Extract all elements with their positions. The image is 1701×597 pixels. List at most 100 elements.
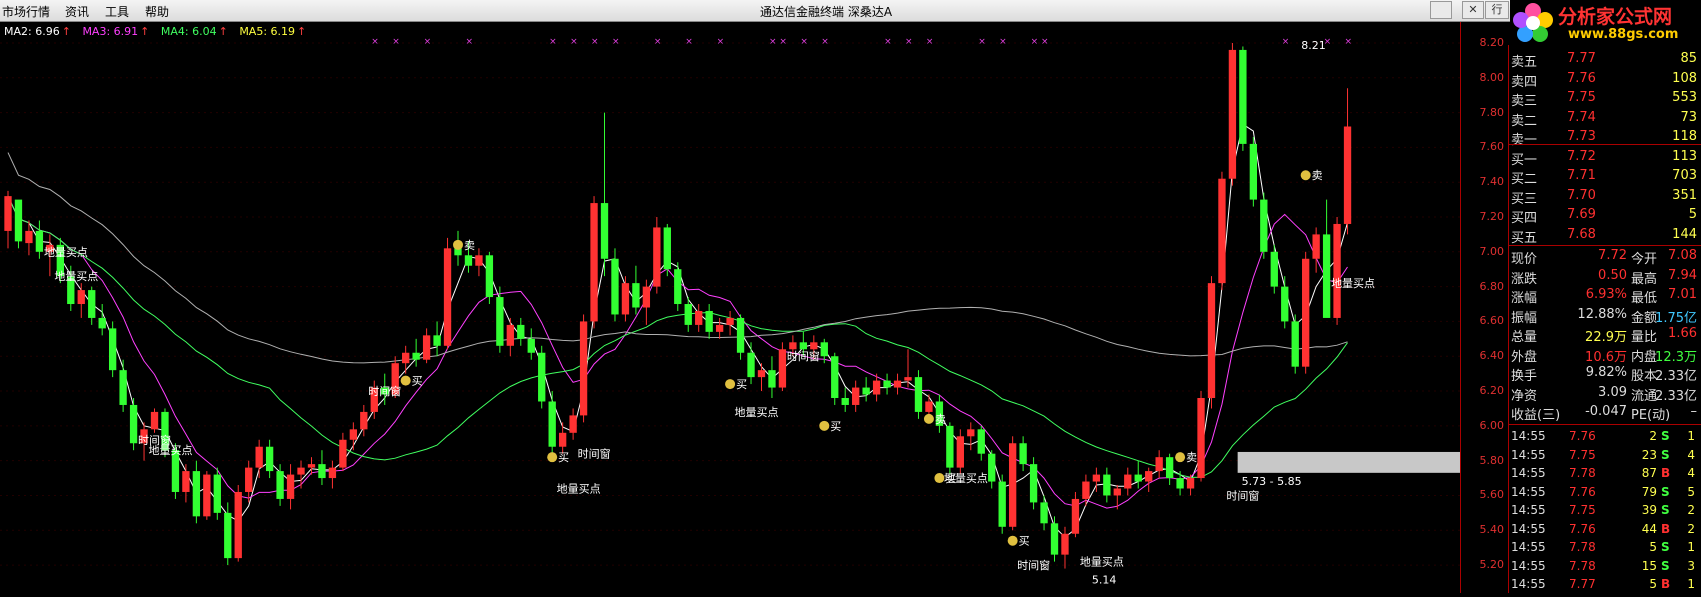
stat-label: 最高 bbox=[1631, 271, 1658, 287]
candle-body bbox=[579, 321, 588, 416]
candle-body bbox=[192, 471, 201, 517]
candle-body bbox=[464, 255, 473, 266]
candle-body bbox=[1082, 481, 1090, 499]
candle-body bbox=[224, 512, 232, 559]
order-price: 7.76 bbox=[1567, 70, 1596, 86]
candle-body bbox=[925, 401, 933, 412]
sell-label: 卖 bbox=[464, 239, 475, 252]
tick-direction: S bbox=[1661, 558, 1670, 573]
tick-time: 14:55 bbox=[1511, 558, 1546, 573]
order-level-label: 卖三 bbox=[1511, 94, 1538, 109]
stat-label: 涨跌 bbox=[1511, 271, 1538, 287]
candle-body bbox=[485, 255, 494, 298]
price-tick-label: 5.60 bbox=[1479, 488, 1505, 502]
window-title: 通达信金融终端 深桑达A bbox=[760, 5, 893, 19]
logo: 分析家公式网 www.88gs.com bbox=[1510, 0, 1701, 45]
stat-value: 12.3万 bbox=[1655, 349, 1697, 365]
tick-count: 5 bbox=[1687, 484, 1695, 499]
stat-label: 净资 bbox=[1511, 388, 1538, 404]
candle-body bbox=[307, 464, 316, 468]
tick-price: 7.78 bbox=[1569, 540, 1596, 554]
low-volume-buy-label: 地量买点 bbox=[149, 444, 193, 457]
stat-label: 现价 bbox=[1511, 252, 1538, 267]
tick-price: 7.76 bbox=[1569, 521, 1596, 536]
candle-body bbox=[297, 467, 305, 475]
kline-chart[interactable]: 5.73 - 5.85× × × × × × × × × × × × × × × × × × × × × × × × ×地量买点… bbox=[0, 22, 1460, 593]
candle-body bbox=[674, 269, 682, 305]
price-tick-label: 6.00 bbox=[1479, 418, 1505, 432]
tick-count: 1 bbox=[1687, 540, 1695, 554]
candle-body bbox=[1124, 474, 1132, 489]
stat-row: 涨幅 6.93% 最低 7.01 bbox=[1509, 287, 1701, 307]
price-tick-label: 5.80 bbox=[1479, 453, 1505, 467]
candle-body bbox=[1176, 478, 1184, 489]
candle-body bbox=[914, 377, 923, 412]
tick-row: 14:55 7.78 5 S 1 bbox=[1509, 540, 1701, 560]
time-window-label: 时间窗 bbox=[1017, 558, 1050, 572]
buy-label: 买 bbox=[558, 451, 569, 464]
flower-logo-icon bbox=[1513, 3, 1553, 42]
candle-body bbox=[1165, 457, 1174, 479]
candle-body bbox=[1050, 523, 1059, 555]
candle-body bbox=[496, 297, 504, 346]
price-tick-label: 5.40 bbox=[1479, 523, 1505, 537]
tick-direction: S bbox=[1661, 429, 1670, 443]
tick-row: 14:55 7.77 5 B 1 bbox=[1509, 577, 1701, 597]
candle-body bbox=[412, 352, 420, 360]
order-volume: 144 bbox=[1672, 226, 1697, 242]
candle-body bbox=[1061, 533, 1069, 555]
minimize-button[interactable] bbox=[1430, 1, 1452, 19]
sell-label: 卖 bbox=[935, 413, 946, 426]
menu-market[interactable]: 市场行情 bbox=[2, 3, 50, 20]
low-volume-buy-label: 地量买点 bbox=[1331, 277, 1375, 290]
candle-body bbox=[611, 258, 619, 315]
candle-body bbox=[98, 317, 106, 329]
candle-body bbox=[726, 317, 734, 325]
tick-count: 2 bbox=[1687, 521, 1695, 536]
order-level-label: 卖一 bbox=[1511, 133, 1538, 148]
price-zone bbox=[1237, 451, 1460, 473]
order-price: 7.77 bbox=[1567, 51, 1596, 66]
candle-body bbox=[1218, 178, 1226, 284]
candle-body bbox=[841, 398, 849, 405]
candle-body bbox=[1302, 258, 1310, 367]
menu-tools[interactable]: 工具 bbox=[105, 3, 129, 20]
candle-body bbox=[1092, 474, 1101, 482]
price-tick-label: 5.20 bbox=[1479, 558, 1505, 572]
candle-body bbox=[4, 196, 12, 231]
ma-slow-line bbox=[7, 195, 1348, 478]
signal-x-icon: × bbox=[905, 37, 913, 47]
menu-news[interactable]: 资讯 bbox=[65, 3, 89, 20]
tick-row: 14:55 7.76 2 S 1 bbox=[1509, 429, 1701, 449]
price-tick-label: 7.00 bbox=[1479, 244, 1505, 258]
close-button[interactable]: ✕ bbox=[1462, 1, 1484, 19]
price-tick-label: 8.00 bbox=[1479, 70, 1505, 84]
sell-coin-icon bbox=[453, 239, 463, 250]
stat-label: 涨幅 bbox=[1511, 291, 1538, 306]
menu-help[interactable]: 帮助 bbox=[145, 3, 169, 20]
candle-body bbox=[14, 199, 23, 242]
tick-time: 14:55 bbox=[1511, 540, 1546, 554]
stat-value: 3.09 bbox=[1598, 384, 1627, 400]
candle-body bbox=[255, 446, 263, 468]
tick-price: 7.78 bbox=[1569, 558, 1596, 573]
low-volume-buy-label: 地量买点 bbox=[1080, 556, 1124, 569]
candle-body bbox=[475, 255, 483, 266]
order-book-row: 买四 7.69 5 bbox=[1509, 207, 1701, 227]
right-tab-button[interactable]: 行 bbox=[1485, 1, 1509, 19]
candle-body bbox=[946, 425, 954, 468]
order-price: 7.72 bbox=[1567, 148, 1596, 164]
candle-body bbox=[538, 352, 546, 402]
candle-body bbox=[1228, 49, 1237, 179]
tick-row: 14:55 7.78 87 B 4 bbox=[1509, 466, 1701, 486]
stat-row: 总量 22.9万 量比 1.66 bbox=[1509, 326, 1701, 346]
candle-body bbox=[77, 290, 85, 305]
tick-direction: B bbox=[1661, 577, 1671, 591]
candle-body bbox=[852, 387, 860, 405]
tick-volume: 87 bbox=[1641, 466, 1657, 480]
tick-volume: 5 bbox=[1649, 577, 1657, 591]
stat-value: 7.72 bbox=[1598, 248, 1627, 263]
candle-body bbox=[1071, 498, 1080, 534]
signal-x-icon: × bbox=[821, 37, 829, 47]
price-tick-label: 6.20 bbox=[1479, 384, 1505, 398]
